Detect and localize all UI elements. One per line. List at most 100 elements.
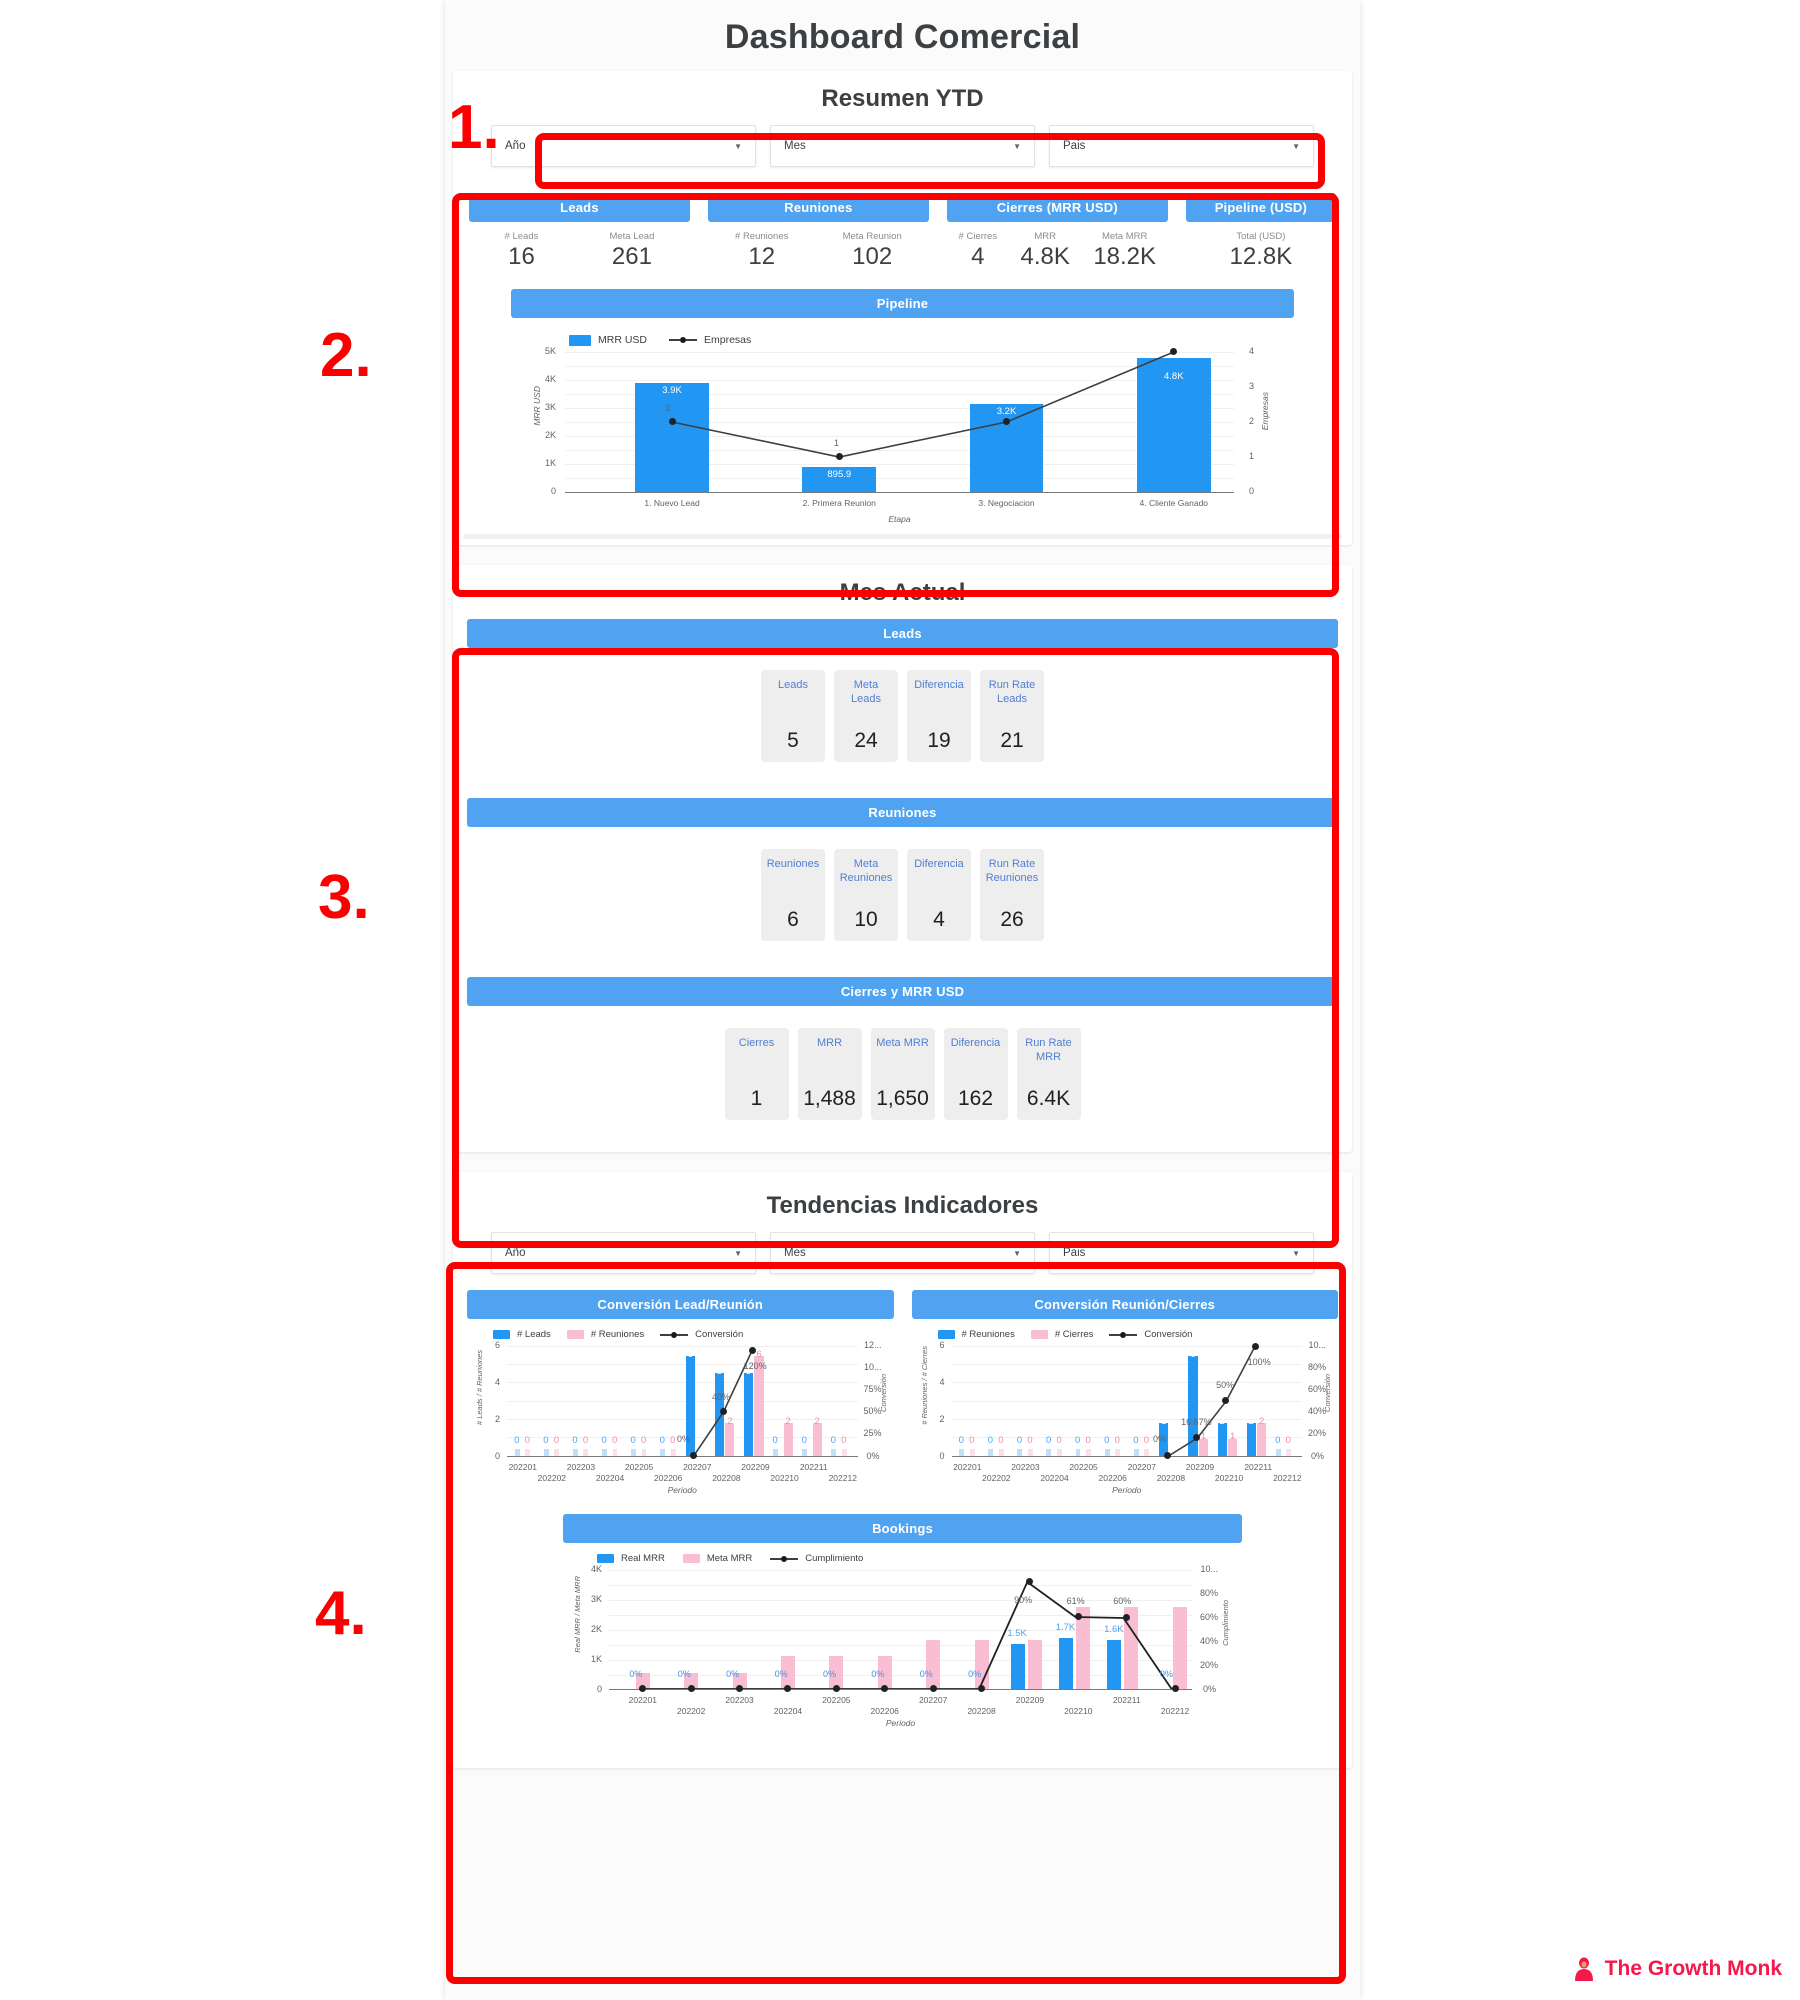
chevron-down-icon: ▼ — [734, 141, 742, 151]
resumen-ytd-panel: Resumen YTD Año ▼ Mes ▼ Pais ▼ Leads # L… — [453, 71, 1352, 545]
y2-tick: 75% — [863, 1384, 882, 1394]
mes-actual-leads-block: Leads — [467, 619, 1338, 648]
monk-logo-icon — [1574, 1957, 1593, 1981]
y-tick: 4K — [545, 374, 557, 384]
kpi-group-pipeline-title: Pipeline (USD) — [1185, 193, 1336, 222]
y2-tick: 3 — [1248, 381, 1254, 391]
kpi-caption: # Leads — [504, 231, 539, 242]
x-tick: 202204 — [1040, 1473, 1069, 1483]
x-tick: 202211 — [1112, 1695, 1141, 1705]
kpi-value: 4 — [971, 243, 985, 270]
card-value: 6 — [787, 908, 799, 931]
legend-item-cierres[interactable]: # Cierres — [1030, 1329, 1093, 1340]
x-tick: 202208 — [967, 1706, 996, 1716]
x-tick: 3. Negociacion — [978, 498, 1035, 508]
y2-axis-label: Cumplimiento — [1221, 1600, 1230, 1646]
legend-swatch-icon — [569, 334, 591, 346]
y2-tick: 20% — [1307, 1428, 1326, 1438]
x-tick: 202202 — [537, 1473, 567, 1483]
tendencias-filter-ano[interactable]: Año ▼ — [491, 1232, 756, 1274]
chart-title-reunion-cierres: Conversión Reunión/Cierres — [911, 1290, 1338, 1319]
line-point-label: 40% — [712, 1392, 731, 1402]
annotation-number-3: 3. — [318, 863, 370, 932]
x-tick: 202210 — [1064, 1706, 1093, 1716]
x-tick: 202206 — [1098, 1473, 1127, 1483]
x-tick: 202212 — [828, 1473, 857, 1483]
legend-item-conversion[interactable]: Conversión — [1109, 1329, 1192, 1340]
kpi-value: 4.8K — [1020, 243, 1070, 270]
legend-item-leads[interactable]: # Leads — [493, 1329, 551, 1340]
scroll-divider[interactable] — [463, 534, 1342, 539]
filter-ano[interactable]: Año ▼ — [491, 125, 756, 167]
line-point-label: 90% — [1014, 1595, 1033, 1605]
kpi-value: 18.2K — [1093, 243, 1157, 270]
card-meta-leads: Meta Leads 24 — [834, 670, 898, 762]
tendencias-filters: Año ▼ Mes ▼ Pais ▼ — [453, 1232, 1352, 1290]
filter-ano-label: Año — [505, 140, 526, 152]
x-tick: 202205 — [624, 1462, 654, 1472]
legend-label: Meta MRR — [706, 1553, 753, 1564]
legend-label: MRR USD — [598, 334, 647, 346]
line-point — [736, 1685, 744, 1692]
legend-label: Cumplimiento — [805, 1553, 864, 1564]
legend-item-mrr-usd[interactable]: MRR USD — [569, 334, 647, 346]
card-cierres: Cierres 1 — [724, 1028, 789, 1120]
legend-item-cumplimiento[interactable]: Cumplimiento — [770, 1553, 863, 1564]
x-tick: 202204 — [773, 1706, 803, 1716]
line-point-label: 0% — [822, 1669, 836, 1679]
legend-item-empresas[interactable]: Empresas — [669, 334, 751, 346]
card-meta-reuniones: Meta Reuniones 10 — [834, 849, 898, 941]
kpi-reuniones-count: # Reuniones 12 — [735, 231, 788, 271]
filter-pais[interactable]: Pais ▼ — [1049, 125, 1314, 167]
y2-tick: 20% — [1199, 1660, 1218, 1670]
legend-label: Conversión — [1144, 1329, 1193, 1340]
line-point-label: 50% — [1216, 1380, 1235, 1390]
bookings-legend: Real MRR Meta MRR Cumplimiento — [563, 1543, 1242, 1570]
lead-reunion-plot: # Leads / # Reuniones Conversión 6 4 2 0… — [475, 1340, 888, 1495]
line-point-label: 0% — [677, 1669, 691, 1679]
card-caption: Reuniones — [766, 858, 820, 870]
x-axis-title: Etapa — [888, 514, 911, 524]
x-tick: 202208 — [1156, 1473, 1186, 1483]
x-tick: 1. Nuevo Lead — [644, 498, 700, 508]
legend-swatch-icon — [682, 1554, 700, 1563]
cumplimiento-line — [609, 1570, 1192, 1689]
card-value: 24 — [854, 729, 878, 752]
legend-item-conversion[interactable]: Conversión — [660, 1329, 743, 1340]
line-point — [1074, 1613, 1082, 1620]
bookings-chart-section: Bookings Real MRR Meta MRR Cumplimiento … — [453, 1502, 1352, 1738]
x-tick: 202209 — [1015, 1695, 1045, 1705]
bookings-plot: Real MRR / Meta MRR Cumplimiento 4K 3K 2… — [573, 1564, 1230, 1728]
legend-swatch-icon — [493, 1330, 510, 1339]
legend-label: # Reuniones — [590, 1329, 645, 1340]
line-point — [1003, 418, 1011, 425]
y-tick: 6 — [939, 1340, 945, 1350]
line-point-label: 0% — [726, 1669, 740, 1679]
legend-item-real-mrr[interactable]: Real MRR — [597, 1553, 665, 1564]
empresas-line — [565, 352, 1234, 492]
filter-pais-label: Pais — [1063, 140, 1086, 152]
legend-item-meta-mrr[interactable]: Meta MRR — [682, 1553, 753, 1564]
line-point-label: 2 — [665, 403, 671, 413]
legend-line-icon — [1109, 1331, 1138, 1338]
chevron-down-icon: ▼ — [1292, 141, 1300, 151]
legend-item-reuniones[interactable]: # Reuniones — [566, 1329, 645, 1340]
tendencias-filter-pais[interactable]: Pais ▼ — [1049, 1232, 1314, 1274]
line-point-label: 0% — [676, 1434, 690, 1444]
y-tick: 2 — [495, 1414, 501, 1424]
dashboard-page: Dashboard Comercial Resumen YTD Año ▼ Me… — [445, 0, 1360, 2000]
line-point — [719, 1408, 727, 1415]
y2-tick: 10... — [1308, 1340, 1326, 1350]
annotation-number-1: 1. — [448, 93, 500, 162]
tendencias-filter-mes[interactable]: Mes ▼ — [770, 1232, 1035, 1274]
x-axis-title: Periodo — [885, 1718, 916, 1728]
line-point — [784, 1685, 792, 1692]
line-point — [639, 1685, 647, 1692]
filter-mes[interactable]: Mes ▼ — [770, 125, 1035, 167]
kpi-value: 12.8K — [1229, 243, 1293, 270]
card-diferencia-reuniones: Diferencia 4 — [907, 849, 971, 941]
line-point-label: 0% — [1153, 1434, 1167, 1444]
legend-item-reuniones[interactable]: # Reuniones — [937, 1329, 1015, 1340]
line-point — [832, 1685, 840, 1692]
kpi-cierres-mrr: MRR 4.8K — [1021, 231, 1070, 271]
